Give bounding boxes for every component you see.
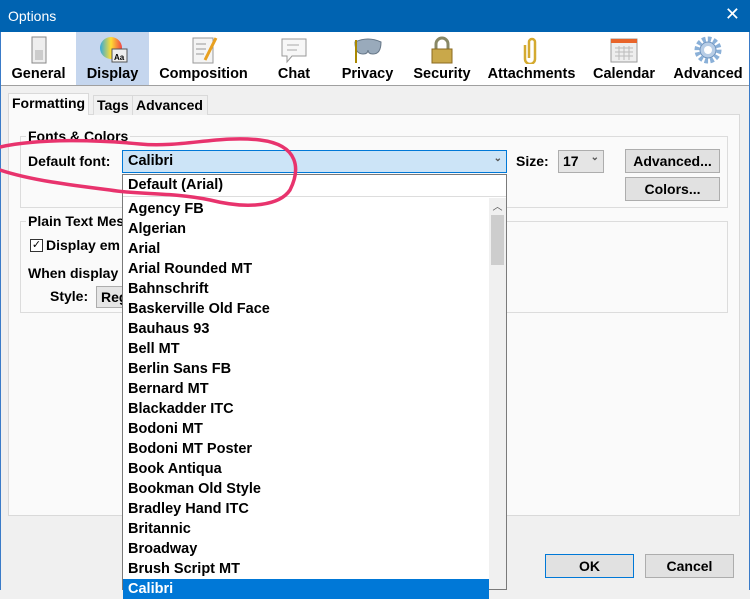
font-option[interactable]: Bauhaus 93: [123, 319, 489, 339]
calendar-icon: [610, 38, 638, 63]
font-option[interactable]: Baskerville Old Face: [123, 299, 489, 319]
default-font-label: Default font:: [28, 153, 111, 169]
size-select[interactable]: 17 ⌄: [558, 150, 604, 173]
font-option[interactable]: Bookman Old Style: [123, 479, 489, 499]
speech-bubble-icon: [281, 38, 307, 64]
font-option[interactable]: Book Antiqua: [123, 459, 489, 479]
display-checkbox-label: Display em: [46, 237, 120, 253]
font-dropdown-list: Default (Arial) Agency FB Algerian Arial Ar…: [122, 174, 507, 599]
font-option[interactable]: Arial Rounded MT: [123, 259, 489, 279]
style-label: Style:: [50, 288, 89, 304]
size-value: 17: [563, 153, 579, 169]
title-bar: Options ✕: [0, 0, 750, 32]
font-option[interactable]: Bell MT: [123, 339, 489, 359]
cancel-button[interactable]: Cancel: [645, 554, 734, 578]
close-icon[interactable]: ✕: [725, 4, 740, 25]
toolbar-label: Calendar: [592, 66, 656, 82]
fonts-colors-label: Fonts & Colors: [26, 128, 131, 144]
toolbar-label: Composition: [159, 66, 248, 82]
font-option[interactable]: Agency FB: [123, 199, 489, 219]
font-option[interactable]: Broadway: [123, 539, 489, 559]
toolbar-general[interactable]: General: [1, 32, 76, 85]
toolbar-label: Display: [86, 66, 139, 82]
tab-tags[interactable]: Tags: [93, 95, 133, 115]
category-toolbar: General Aa Display Composition Chat Priv…: [1, 32, 749, 86]
font-option[interactable]: Bodoni MT: [123, 419, 489, 439]
font-option[interactable]: Arial: [123, 239, 489, 259]
tab-formatting[interactable]: Formatting: [8, 93, 90, 115]
color-wheel-icon: Aa: [99, 37, 127, 63]
toolbar-security[interactable]: Security: [407, 32, 477, 85]
mask-icon: [353, 38, 382, 63]
chevron-down-icon: ⌄: [590, 152, 599, 163]
toolbar-composition[interactable]: Composition: [151, 32, 256, 85]
svg-text:Aa: Aa: [114, 53, 125, 62]
display-emoticons-checkbox[interactable]: ✓: [30, 239, 43, 252]
scroll-up-icon[interactable]: ︿: [489, 198, 506, 215]
font-option[interactable]: Brush Script MT: [123, 559, 489, 579]
advanced-fonts-button[interactable]: Advanced...: [625, 149, 720, 173]
font-option[interactable]: Bradley Hand ITC: [123, 499, 489, 519]
font-option[interactable]: Bernard MT: [123, 379, 489, 399]
font-option[interactable]: Bahnschrift: [123, 279, 489, 299]
plain-text-label: Plain Text Mes: [26, 213, 127, 229]
font-option[interactable]: Algerian: [123, 219, 489, 239]
toolbar-chat[interactable]: Chat: [263, 32, 325, 85]
font-option[interactable]: Blackadder ITC: [123, 399, 489, 419]
toolbar-attachments[interactable]: Attachments: [484, 32, 579, 85]
colors-button[interactable]: Colors...: [625, 177, 720, 201]
dropdown-default-item[interactable]: Default (Arial): [123, 175, 506, 197]
toolbar-label: Security: [413, 66, 471, 82]
ok-button[interactable]: OK: [545, 554, 634, 578]
font-option[interactable]: Britannic: [123, 519, 489, 539]
paperclip-icon: [523, 37, 536, 64]
toolbar-calendar[interactable]: Calendar: [588, 32, 660, 85]
font-option[interactable]: Berlin Sans FB: [123, 359, 489, 379]
size-label: Size:: [516, 153, 549, 169]
default-font-select[interactable]: Calibri ⌄: [122, 150, 507, 173]
switch-icon: [31, 36, 46, 64]
toolbar-label: General: [11, 66, 66, 82]
default-font-value: Calibri: [128, 153, 174, 169]
font-option[interactable]: Calibri: [123, 579, 489, 599]
when-display-label: When display: [28, 265, 119, 281]
toolbar-label: Privacy: [341, 66, 394, 82]
toolbar-display[interactable]: Aa Display: [76, 32, 149, 85]
toolbar-privacy[interactable]: Privacy: [334, 32, 401, 85]
document-pencil-icon: [192, 37, 217, 64]
gear-icon: [694, 36, 722, 64]
font-option[interactable]: Bodoni MT Poster: [123, 439, 489, 459]
padlock-icon: [431, 36, 453, 64]
toolbar-label: Advanced: [673, 66, 743, 82]
toolbar-label: Chat: [277, 66, 311, 82]
toolbar-advanced[interactable]: Advanced: [669, 32, 747, 85]
chevron-down-icon: ⌄: [493, 153, 502, 164]
scrollbar-thumb[interactable]: [491, 215, 504, 265]
window-title: Options: [8, 8, 57, 24]
scrollbar[interactable]: ︿: [489, 198, 506, 589]
toolbar-label: Attachments: [487, 66, 576, 82]
tab-advanced[interactable]: Advanced: [132, 95, 208, 115]
